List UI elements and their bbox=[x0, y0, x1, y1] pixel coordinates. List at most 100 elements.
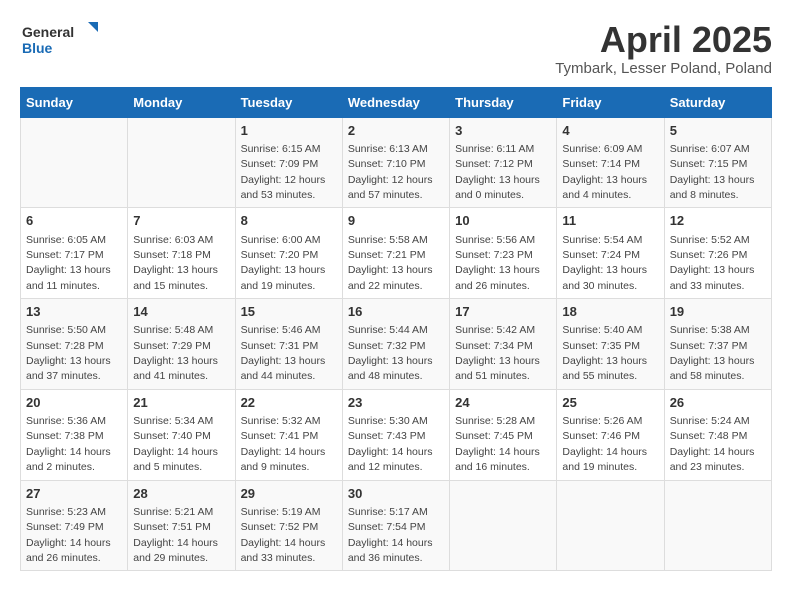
day-info: Sunrise: 5:52 AM Sunset: 7:26 PM Dayligh… bbox=[670, 234, 755, 292]
column-header-wednesday: Wednesday bbox=[342, 87, 449, 117]
column-header-monday: Monday bbox=[128, 87, 235, 117]
day-info: Sunrise: 5:24 AM Sunset: 7:48 PM Dayligh… bbox=[670, 415, 755, 473]
day-number: 23 bbox=[348, 394, 444, 412]
day-info: Sunrise: 6:05 AM Sunset: 7:17 PM Dayligh… bbox=[26, 234, 111, 292]
day-number: 26 bbox=[670, 394, 766, 412]
page-header: General Blue April 2025 Tymbark, Lesser … bbox=[20, 20, 772, 77]
day-number: 4 bbox=[562, 122, 658, 140]
day-info: Sunrise: 6:13 AM Sunset: 7:10 PM Dayligh… bbox=[348, 143, 433, 201]
day-info: Sunrise: 5:21 AM Sunset: 7:51 PM Dayligh… bbox=[133, 506, 218, 564]
day-number: 16 bbox=[348, 303, 444, 321]
day-number: 24 bbox=[455, 394, 551, 412]
calendar-cell: 16 Sunrise: 5:44 AM Sunset: 7:32 PM Dayli… bbox=[342, 299, 449, 390]
logo: General Blue bbox=[20, 20, 100, 60]
column-header-sunday: Sunday bbox=[21, 87, 128, 117]
day-info: Sunrise: 5:46 AM Sunset: 7:31 PM Dayligh… bbox=[241, 324, 326, 382]
column-header-tuesday: Tuesday bbox=[235, 87, 342, 117]
day-number: 21 bbox=[133, 394, 229, 412]
day-info: Sunrise: 5:40 AM Sunset: 7:35 PM Dayligh… bbox=[562, 324, 647, 382]
calendar-cell: 29Sunrise: 5:19 AM Sunset: 7:52 PM Dayli… bbox=[235, 480, 342, 571]
calendar-cell: 19 Sunrise: 5:38 AM Sunset: 7:37 PM Dayli… bbox=[664, 299, 771, 390]
calendar-cell: 15 Sunrise: 5:46 AM Sunset: 7:31 PM Dayli… bbox=[235, 299, 342, 390]
calendar-cell: 23 Sunrise: 5:30 AM Sunset: 7:43 PM Dayli… bbox=[342, 389, 449, 480]
day-info: Sunrise: 5:44 AM Sunset: 7:32 PM Dayligh… bbox=[348, 324, 433, 382]
day-number: 7 bbox=[133, 212, 229, 230]
day-number: 30 bbox=[348, 485, 444, 503]
calendar-week-5: 27 Sunrise: 5:23 AM Sunset: 7:49 PM Dayli… bbox=[21, 480, 772, 571]
day-number: 8 bbox=[241, 212, 337, 230]
day-info: Sunrise: 6:07 AM Sunset: 7:15 PM Dayligh… bbox=[670, 143, 755, 201]
calendar-week-1: 1 Sunrise: 6:15 AM Sunset: 7:09 PM Daylig… bbox=[21, 117, 772, 208]
calendar-cell: 27 Sunrise: 5:23 AM Sunset: 7:49 PM Dayli… bbox=[21, 480, 128, 571]
day-info: Sunrise: 5:58 AM Sunset: 7:21 PM Dayligh… bbox=[348, 234, 433, 292]
title-area: April 2025 Tymbark, Lesser Poland, Polan… bbox=[555, 20, 772, 77]
day-info: Sunrise: 5:36 AM Sunset: 7:38 PM Dayligh… bbox=[26, 415, 111, 473]
calendar-cell: 21 Sunrise: 5:34 AM Sunset: 7:40 PM Dayli… bbox=[128, 389, 235, 480]
day-info: Sunrise: 5:38 AM Sunset: 7:37 PM Dayligh… bbox=[670, 324, 755, 382]
calendar-cell: 25Sunrise: 5:26 AM Sunset: 7:46 PM Dayli… bbox=[557, 389, 664, 480]
day-info: Sunrise: 5:42 AM Sunset: 7:34 PM Dayligh… bbox=[455, 324, 540, 382]
day-number: 19 bbox=[670, 303, 766, 321]
calendar-cell: 1 Sunrise: 6:15 AM Sunset: 7:09 PM Daylig… bbox=[235, 117, 342, 208]
svg-text:Blue: Blue bbox=[22, 40, 53, 56]
day-number: 27 bbox=[26, 485, 122, 503]
calendar-cell bbox=[128, 117, 235, 208]
day-number: 20 bbox=[26, 394, 122, 412]
calendar-header-row: SundayMondayTuesdayWednesdayThursdayFrid… bbox=[21, 87, 772, 117]
calendar-cell: 24 Sunrise: 5:28 AM Sunset: 7:45 PM Dayli… bbox=[450, 389, 557, 480]
day-number: 28 bbox=[133, 485, 229, 503]
day-info: Sunrise: 5:34 AM Sunset: 7:40 PM Dayligh… bbox=[133, 415, 218, 473]
day-number: 6 bbox=[26, 212, 122, 230]
calendar-cell: 30 Sunrise: 5:17 AM Sunset: 7:54 PM Dayli… bbox=[342, 480, 449, 571]
day-info: Sunrise: 5:17 AM Sunset: 7:54 PM Dayligh… bbox=[348, 506, 433, 564]
calendar-cell: 12 Sunrise: 5:52 AM Sunset: 7:26 PM Dayli… bbox=[664, 208, 771, 299]
day-info: Sunrise: 5:56 AM Sunset: 7:23 PM Dayligh… bbox=[455, 234, 540, 292]
page-subtitle: Tymbark, Lesser Poland, Poland bbox=[555, 60, 772, 77]
day-info: Sunrise: 5:32 AM Sunset: 7:41 PM Dayligh… bbox=[241, 415, 326, 473]
calendar-cell bbox=[664, 480, 771, 571]
day-info: Sunrise: 5:48 AM Sunset: 7:29 PM Dayligh… bbox=[133, 324, 218, 382]
day-info: Sunrise: 5:26 AM Sunset: 7:46 PM Dayligh… bbox=[562, 415, 647, 473]
page-title: April 2025 bbox=[555, 20, 772, 60]
calendar-cell bbox=[557, 480, 664, 571]
calendar-cell bbox=[450, 480, 557, 571]
calendar-week-3: 13 Sunrise: 5:50 AM Sunset: 7:28 PM Dayli… bbox=[21, 299, 772, 390]
calendar-cell: 26 Sunrise: 5:24 AM Sunset: 7:48 PM Dayli… bbox=[664, 389, 771, 480]
calendar-cell: 7 Sunrise: 6:03 AM Sunset: 7:18 PM Daylig… bbox=[128, 208, 235, 299]
day-info: Sunrise: 6:00 AM Sunset: 7:20 PM Dayligh… bbox=[241, 234, 326, 292]
calendar-cell: 2 Sunrise: 6:13 AM Sunset: 7:10 PM Daylig… bbox=[342, 117, 449, 208]
day-info: Sunrise: 5:54 AM Sunset: 7:24 PM Dayligh… bbox=[562, 234, 647, 292]
day-number: 12 bbox=[670, 212, 766, 230]
day-number: 3 bbox=[455, 122, 551, 140]
calendar-cell: 6 Sunrise: 6:05 AM Sunset: 7:17 PM Daylig… bbox=[21, 208, 128, 299]
calendar-cell: 28 Sunrise: 5:21 AM Sunset: 7:51 PM Dayli… bbox=[128, 480, 235, 571]
day-info: Sunrise: 6:03 AM Sunset: 7:18 PM Dayligh… bbox=[133, 234, 218, 292]
calendar-cell: 5Sunrise: 6:07 AM Sunset: 7:15 PM Daylig… bbox=[664, 117, 771, 208]
calendar-cell: 11 Sunrise: 5:54 AM Sunset: 7:24 PM Dayli… bbox=[557, 208, 664, 299]
day-info: Sunrise: 5:28 AM Sunset: 7:45 PM Dayligh… bbox=[455, 415, 540, 473]
day-info: Sunrise: 5:50 AM Sunset: 7:28 PM Dayligh… bbox=[26, 324, 111, 382]
day-info: Sunrise: 6:11 AM Sunset: 7:12 PM Dayligh… bbox=[455, 143, 540, 201]
day-number: 2 bbox=[348, 122, 444, 140]
calendar-cell: 10Sunrise: 5:56 AM Sunset: 7:23 PM Dayli… bbox=[450, 208, 557, 299]
calendar-cell: 22Sunrise: 5:32 AM Sunset: 7:41 PM Dayli… bbox=[235, 389, 342, 480]
day-number: 1 bbox=[241, 122, 337, 140]
column-header-thursday: Thursday bbox=[450, 87, 557, 117]
calendar-cell bbox=[21, 117, 128, 208]
calendar-cell: 8 Sunrise: 6:00 AM Sunset: 7:20 PM Daylig… bbox=[235, 208, 342, 299]
calendar-cell: 18Sunrise: 5:40 AM Sunset: 7:35 PM Dayli… bbox=[557, 299, 664, 390]
column-header-saturday: Saturday bbox=[664, 87, 771, 117]
calendar-week-2: 6 Sunrise: 6:05 AM Sunset: 7:17 PM Daylig… bbox=[21, 208, 772, 299]
day-number: 11 bbox=[562, 212, 658, 230]
column-header-friday: Friday bbox=[557, 87, 664, 117]
day-number: 15 bbox=[241, 303, 337, 321]
day-number: 9 bbox=[348, 212, 444, 230]
day-info: Sunrise: 5:23 AM Sunset: 7:49 PM Dayligh… bbox=[26, 506, 111, 564]
calendar-cell: 4Sunrise: 6:09 AM Sunset: 7:14 PM Daylig… bbox=[557, 117, 664, 208]
svg-text:General: General bbox=[22, 24, 74, 40]
calendar-cell: 3 Sunrise: 6:11 AM Sunset: 7:12 PM Daylig… bbox=[450, 117, 557, 208]
day-number: 13 bbox=[26, 303, 122, 321]
day-info: Sunrise: 5:30 AM Sunset: 7:43 PM Dayligh… bbox=[348, 415, 433, 473]
day-number: 14 bbox=[133, 303, 229, 321]
day-info: Sunrise: 6:15 AM Sunset: 7:09 PM Dayligh… bbox=[241, 143, 326, 201]
